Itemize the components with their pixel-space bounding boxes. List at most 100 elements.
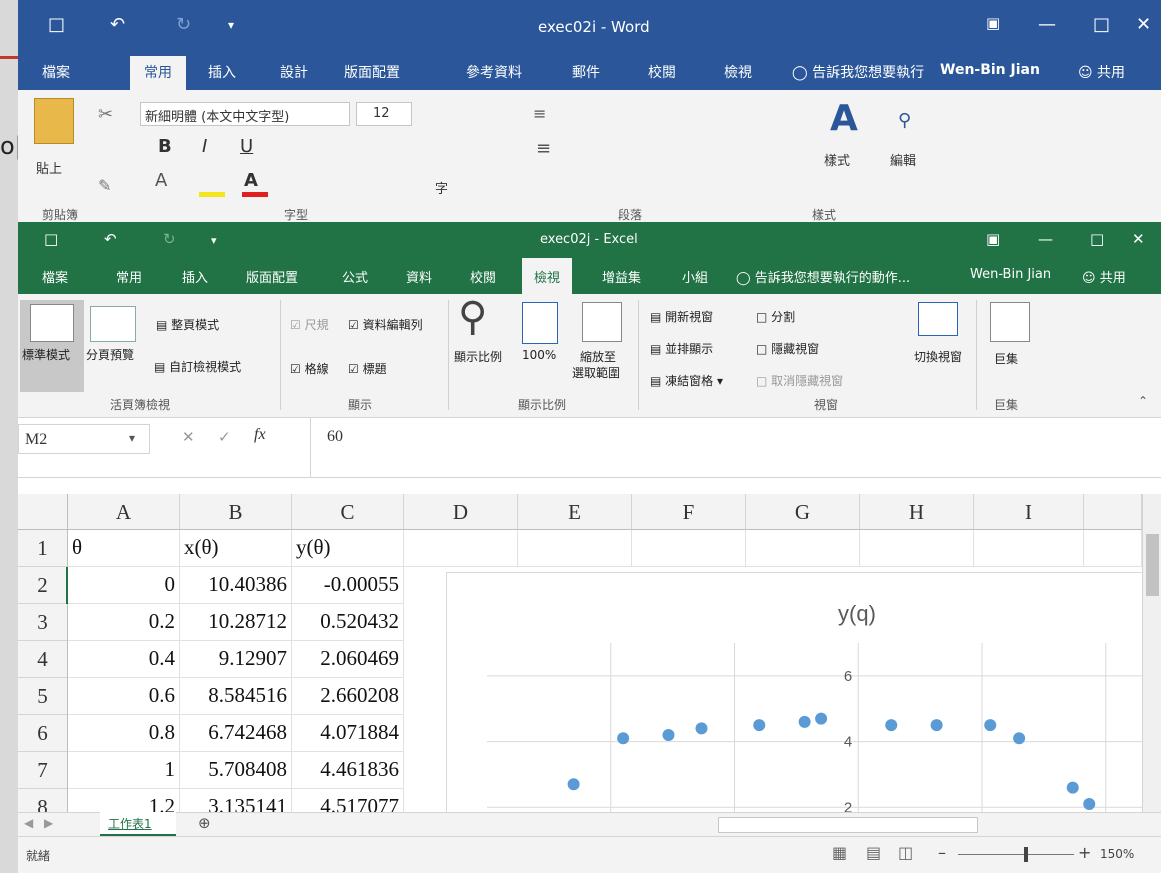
formula-input[interactable]: 60 [310,418,1161,478]
excel-tab-file[interactable]: 檔案 [42,267,68,286]
zoom-selection-line2[interactable]: 選取範圍 [572,364,620,381]
chart-point[interactable] [984,719,997,732]
hide-window-button[interactable]: □ 隱藏視窗 [756,340,819,357]
word-tab-layout[interactable]: 版面配置 [344,62,400,82]
styles-icon[interactable]: A [826,98,864,142]
cell-a6[interactable]: 0.8 [68,715,180,752]
col-header-i[interactable]: I [974,494,1084,530]
ribbon-display-icon[interactable]: ▣ [986,14,1000,32]
cell-a1[interactable]: θ [68,530,180,567]
formula-bar-checkbox[interactable]: ☑ 資料編輯列 [348,316,423,333]
freeze-panes-button[interactable]: ▤ 凍結窗格 ▾ [650,372,723,389]
bold-button[interactable]: B [158,136,172,157]
chart-point[interactable] [567,778,580,791]
excel-tab-home[interactable]: 常用 [116,267,142,286]
excel-tab-addins[interactable]: 增益集 [602,267,641,286]
zoom-icon[interactable]: ⚲ [458,294,487,340]
page-break-status-icon[interactable]: ◫ [898,843,913,862]
row-header[interactable]: 1 [18,530,68,567]
zoom-selection-icon[interactable] [582,302,622,342]
row-header[interactable]: 3 [18,604,68,641]
excel-tab-insert[interactable]: 插入 [182,267,208,286]
chart-point[interactable] [617,732,630,745]
search-icon[interactable]: ⚲ [898,110,911,131]
cell-empty[interactable] [632,530,746,567]
vertical-scrollbar[interactable] [1142,494,1161,812]
italic-button[interactable]: I [202,136,207,157]
cell-b5[interactable]: 8.584516 [180,678,292,715]
close-icon[interactable]: ✕ [1136,14,1151,35]
insert-function-icon[interactable]: fx [254,426,266,444]
zoom-100-label[interactable]: 100% [522,348,556,362]
col-header-h[interactable]: H [860,494,974,530]
excel-redo-icon[interactable]: ↻ [163,230,176,248]
excel-ribbon-display-icon[interactable]: ▣ [986,230,1000,248]
cell-empty[interactable] [746,530,860,567]
maximize-icon[interactable]: □ [1093,14,1110,35]
word-user-name[interactable]: Wen-Bin Jian [940,62,1040,78]
cell-c5[interactable]: 2.660208 [292,678,404,715]
word-tab-review[interactable]: 校閱 [648,62,676,82]
paste-icon[interactable] [34,98,74,144]
font-color-icon[interactable]: A [244,170,258,191]
zoom-in-button[interactable]: + [1078,843,1091,862]
circle-char-icon[interactable]: 字 [435,178,448,197]
cell-empty[interactable] [404,530,518,567]
row-header[interactable]: 4 [18,641,68,678]
excel-tab-formulas[interactable]: 公式 [342,267,368,286]
switch-windows-label[interactable]: 切換視窗 [914,348,962,365]
col-header-j[interactable] [1084,494,1142,530]
cell-c1[interactable]: y(θ) [292,530,404,567]
unhide-window-button[interactable]: □ 取消隱藏視窗 [756,372,843,389]
excel-qat-dropdown-icon[interactable]: ▾ [211,234,217,247]
excel-tab-data[interactable]: 資料 [406,267,432,286]
cell-empty[interactable] [860,530,974,567]
col-header-c[interactable]: C [292,494,404,530]
chart-point[interactable] [1013,732,1026,745]
undo-icon[interactable]: ↶ [110,14,125,35]
word-tab-mailings[interactable]: 郵件 [572,62,600,82]
cell-b6[interactable]: 6.742468 [180,715,292,752]
col-header-b[interactable]: B [180,494,292,530]
editing-label[interactable]: 編輯 [890,150,916,169]
cancel-icon[interactable]: ✕ [182,428,195,446]
minimize-icon[interactable]: — [1038,14,1056,35]
highlight-color-bar[interactable] [199,192,225,197]
bullets-icon[interactable]: ≡ [533,104,546,123]
name-box-dropdown-icon[interactable]: ▾ [129,431,135,445]
styles-label[interactable]: 樣式 [824,150,850,169]
chart-point[interactable] [695,722,708,735]
cell-empty[interactable] [974,530,1084,567]
select-all-corner[interactable] [18,494,68,530]
underline-button[interactable]: U [240,136,253,157]
row-header[interactable]: 8 [18,789,68,812]
col-header-g[interactable]: G [746,494,860,530]
headings-checkbox[interactable]: ☑ 標題 [348,360,387,377]
excel-save-icon[interactable]: □ [44,230,58,248]
font-size-box[interactable]: 12 [356,102,412,126]
zoom-slider-thumb[interactable] [1024,847,1028,862]
word-tab-insert[interactable]: 插入 [208,62,236,82]
page-break-icon[interactable] [90,306,136,342]
font-color-bar[interactable] [242,192,268,197]
sheet-tab-1[interactable]: 工作表1 [100,812,176,836]
redo-icon[interactable]: ↻ [176,14,191,35]
cell-a7[interactable]: 1 [68,752,180,789]
page-layout-label[interactable]: ▤ 整頁模式 [156,316,219,333]
prev-sheet-icon[interactable]: ◀ [24,816,33,830]
row-header[interactable]: 5 [18,678,68,715]
collapse-ribbon-icon[interactable]: ⌃ [1138,394,1148,408]
word-tab-design[interactable]: 設計 [280,62,308,82]
col-header-f[interactable]: F [632,494,746,530]
cell-b2[interactable]: 10.40386 [180,567,292,604]
cell-empty[interactable] [1084,530,1142,567]
col-header-d[interactable]: D [404,494,518,530]
new-window-button[interactable]: ▤ 開新視窗 [650,308,713,325]
custom-views-label[interactable]: ▤ 自訂檢視模式 [154,358,241,375]
chart-point[interactable] [815,712,828,725]
ruler-checkbox[interactable]: ☑ 尺規 [290,316,329,333]
page-layout-status-icon[interactable]: ▤ [866,843,881,862]
align-left-icon[interactable]: ≡ [536,138,551,159]
switch-windows-icon[interactable] [918,302,958,336]
excel-tab-review[interactable]: 校閱 [470,267,496,286]
